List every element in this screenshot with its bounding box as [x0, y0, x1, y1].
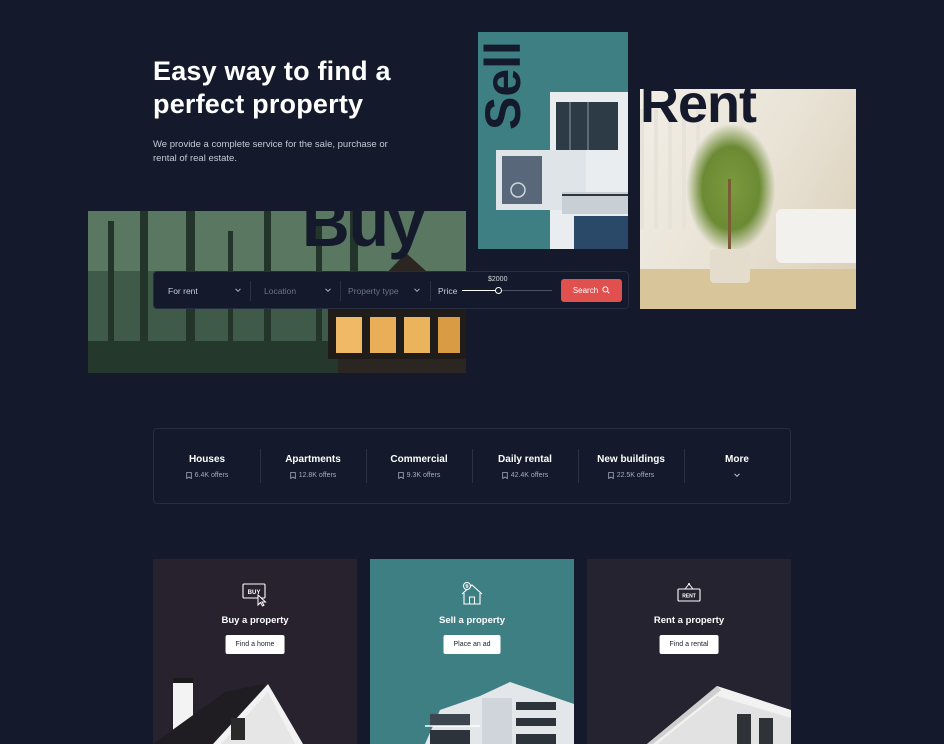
category-title: Apartments: [285, 454, 341, 465]
sell-property-card: Sell a property Place an ad: [370, 559, 574, 744]
pot-illustration: [710, 249, 750, 283]
price-value: $2000: [488, 276, 508, 283]
search-button[interactable]: Search: [561, 279, 622, 302]
category-more[interactable]: More: [684, 429, 790, 503]
apartment-building-illustration: [425, 682, 574, 744]
rent-heading: Rent: [640, 74, 757, 134]
category-title: New buildings: [597, 454, 665, 465]
house-illustration: [153, 678, 303, 744]
find-rental-button[interactable]: Find a rental: [659, 635, 719, 654]
chevron-down-icon: [324, 286, 332, 294]
category-daily-rental[interactable]: Daily rental 42.4K offers: [472, 429, 578, 503]
category-offers: 9.3K offers: [366, 472, 472, 479]
sell-heading: Sell: [475, 41, 531, 131]
bookmark-icon: [289, 472, 296, 479]
rent-property-card: RENT Rent a property Find a rental: [587, 559, 791, 744]
modern-house-illustration: [647, 686, 791, 744]
category-bar: Houses 6.4K offers Apartments 12.8K offe…: [153, 428, 791, 504]
bookmark-icon: [501, 472, 508, 479]
search-icon: [602, 285, 610, 296]
location-placeholder: Location: [264, 286, 297, 296]
type-select-value: For rent: [168, 286, 198, 296]
category-new-buildings[interactable]: New buildings 22.5K offers: [578, 429, 684, 503]
category-offers-text: 9.3K offers: [406, 472, 441, 479]
card-title: Rent a property: [653, 615, 725, 626]
category-offers: 42.4K offers: [472, 472, 578, 479]
plant-illustration: [686, 123, 776, 253]
category-offers-text: 42.4K offers: [510, 472, 549, 479]
chevron-down-icon: [413, 286, 421, 294]
sofa-illustration: [776, 209, 856, 263]
bookmark-icon: [185, 472, 192, 479]
category-offers: 6.4K offers: [154, 472, 260, 479]
buy-property-card: BUY Buy a property Find a home: [153, 559, 357, 744]
buy-sign-icon: BUY: [242, 581, 268, 612]
divider: [430, 281, 431, 301]
card-title: Sell a property: [439, 615, 505, 626]
category-offers-text: 12.8K offers: [298, 472, 337, 479]
card-title: Buy a property: [221, 615, 289, 626]
category-commercial[interactable]: Commercial 9.3K offers: [366, 429, 472, 503]
find-home-button[interactable]: Find a home: [225, 635, 285, 654]
category-title: Commercial: [390, 454, 448, 465]
search-button-label: Search: [572, 286, 599, 295]
price-slider-handle[interactable]: [494, 287, 502, 294]
buy-heading: Buy: [302, 186, 425, 260]
chevron-down-icon: [684, 471, 790, 481]
plant-stem-illustration: [728, 179, 731, 259]
category-title: Houses: [188, 454, 226, 465]
property-type-select[interactable]: Property type: [334, 272, 424, 310]
property-type-placeholder: Property type: [348, 286, 399, 296]
hero-subtitle: We provide a complete service for the sa…: [153, 139, 388, 164]
category-apartments[interactable]: Apartments 12.8K offers: [260, 429, 366, 503]
place-ad-button[interactable]: Place an ad: [443, 635, 501, 654]
house-dollar-icon: [459, 581, 485, 612]
category-offers-text: 22.5K offers: [616, 472, 655, 479]
bookmark-icon: [397, 472, 404, 479]
category-offers-text: 6.4K offers: [194, 472, 229, 479]
hero-title: Easy way to find a perfect property: [153, 56, 391, 119]
bookmark-icon: [607, 472, 614, 479]
rent-sign-icon: RENT: [676, 581, 702, 612]
price-label: Price: [438, 286, 458, 296]
price-slider-fill: [462, 290, 498, 291]
rent-sign-text: RENT: [682, 594, 696, 600]
search-bar: For rent Location Property type Price $2…: [153, 271, 629, 309]
category-title: More: [725, 454, 749, 465]
category-offers: 12.8K offers: [260, 472, 366, 479]
category-houses[interactable]: Houses 6.4K offers: [154, 429, 260, 503]
category-offers: 22.5K offers: [578, 472, 684, 479]
chevron-down-icon: [234, 286, 242, 294]
category-title: Daily rental: [498, 454, 552, 465]
